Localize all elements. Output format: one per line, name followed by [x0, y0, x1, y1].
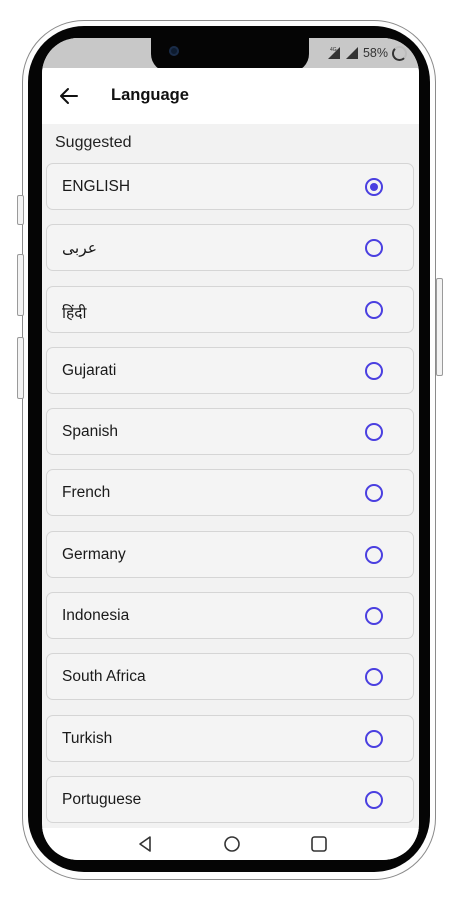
- section-label-suggested: Suggested: [55, 134, 132, 151]
- status-icons: 4G 58%: [327, 44, 407, 62]
- volume-up-button: [17, 254, 24, 316]
- app-bar: Language: [42, 68, 419, 124]
- language-option[interactable]: ENGLISH: [46, 163, 414, 210]
- power-button: [436, 278, 443, 376]
- language-option[interactable]: Turkish: [46, 714, 414, 762]
- language-label: Indonesia: [62, 607, 130, 625]
- battery-icon: [392, 45, 407, 61]
- language-option[interactable]: South Africa: [46, 653, 414, 701]
- language-label: South Africa: [62, 668, 146, 686]
- screen: 4G 58% Language Suggested ENGLISH عربى हिं…: [42, 38, 419, 860]
- language-option[interactable]: हिंदी: [46, 285, 414, 333]
- radio-unselected-icon[interactable]: [365, 790, 383, 809]
- arrow-left-icon: [60, 88, 78, 104]
- nav-home-icon[interactable]: [222, 834, 242, 854]
- radio-unselected-icon[interactable]: [365, 729, 383, 748]
- radio-unselected-icon[interactable]: [365, 361, 383, 380]
- signal-icon: 4G: [327, 47, 340, 59]
- language-option[interactable]: French: [46, 469, 414, 517]
- language-option[interactable]: عربى: [46, 224, 414, 272]
- radio-unselected-icon[interactable]: [365, 300, 383, 319]
- back-button[interactable]: [56, 83, 82, 109]
- svg-text:4G: 4G: [330, 47, 337, 53]
- language-label: Spanish: [62, 423, 119, 441]
- language-label: ENGLISH: [62, 178, 131, 195]
- language-option[interactable]: Portuguese: [46, 775, 414, 823]
- radio-unselected-icon[interactable]: [365, 607, 383, 626]
- language-label: French: [62, 484, 111, 502]
- language-option[interactable]: Germany: [46, 530, 414, 578]
- volume-down-button: [17, 337, 24, 399]
- radio-unselected-icon[interactable]: [365, 484, 383, 503]
- radio-unselected-icon[interactable]: [365, 545, 383, 564]
- radio-unselected-icon[interactable]: [365, 668, 383, 687]
- radio-unselected-icon[interactable]: [365, 423, 383, 442]
- language-label: Portuguese: [62, 790, 142, 808]
- language-option[interactable]: Gujarati: [46, 346, 414, 394]
- mute-switch: [17, 195, 24, 225]
- signal-icon: [345, 47, 358, 59]
- language-option[interactable]: Indonesia: [46, 592, 414, 640]
- language-label: Germany: [62, 545, 126, 563]
- radio-selected-icon[interactable]: [365, 178, 383, 196]
- language-label: Gujarati: [62, 361, 117, 379]
- radio-unselected-icon[interactable]: [365, 239, 383, 258]
- language-label: Turkish: [62, 729, 113, 747]
- phone-mockup: 4G 58% Language Suggested ENGLISH عربى हिं…: [0, 0, 460, 900]
- nav-back-icon[interactable]: [136, 834, 156, 854]
- front-camera: [169, 46, 179, 56]
- language-list: ENGLISH عربى हिंदी Gujarati Spanish French Ger…: [46, 163, 414, 837]
- battery-percent: 58%: [362, 46, 388, 60]
- notch: [151, 38, 309, 72]
- nav-recents-icon[interactable]: [309, 834, 329, 854]
- language-label: हिंदी: [62, 304, 87, 322]
- language-option[interactable]: Spanish: [46, 408, 414, 456]
- language-label: عربى: [62, 240, 98, 258]
- page-title: Language: [111, 86, 189, 104]
- navigation-bar: [42, 828, 419, 860]
